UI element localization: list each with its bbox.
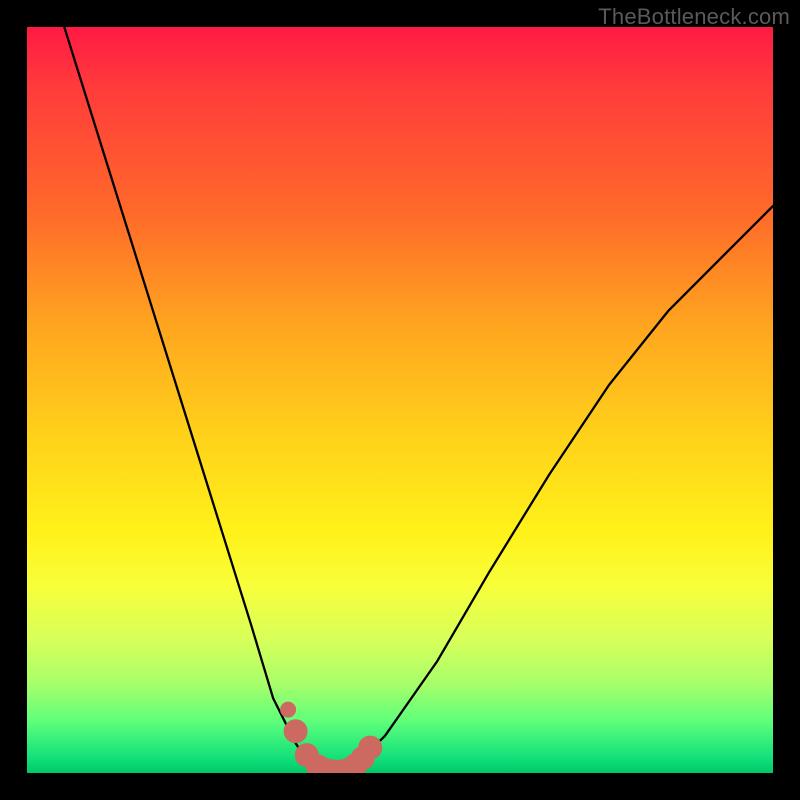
chart-svg	[27, 27, 773, 773]
watermark-text: TheBottleneck.com	[598, 4, 790, 30]
highlight-dots	[280, 702, 382, 773]
chart-plot-area	[27, 27, 773, 773]
bottleneck-curve	[64, 27, 773, 773]
